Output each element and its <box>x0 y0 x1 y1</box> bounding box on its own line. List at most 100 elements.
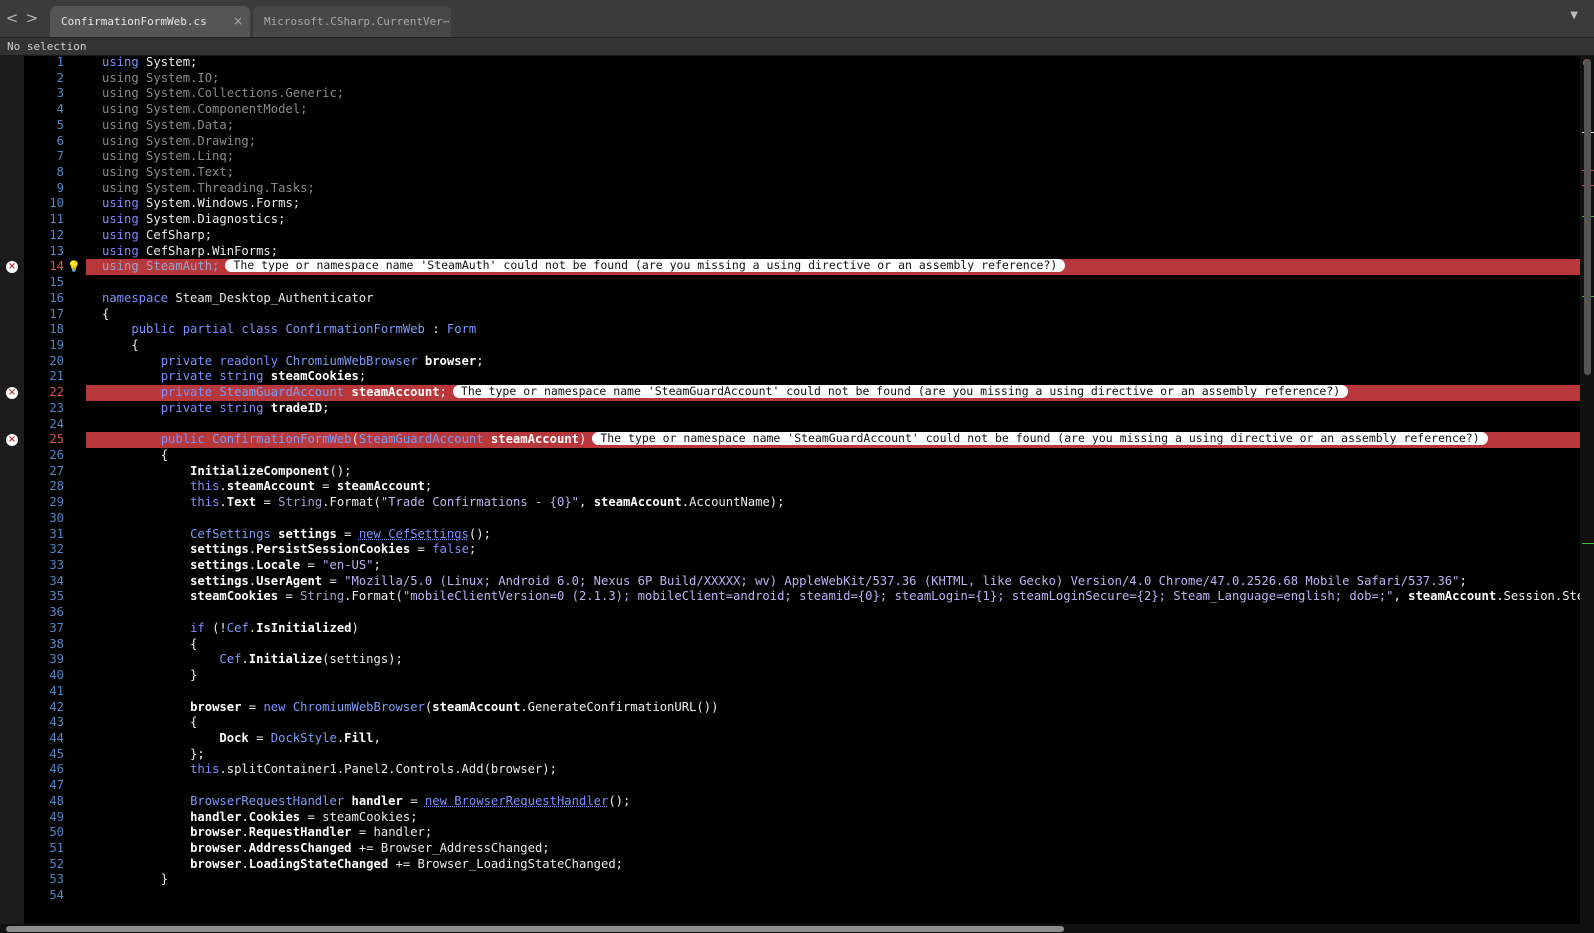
code-token: ) <box>578 432 587 447</box>
code-text: private readonly ChromiumWebBrowser brow… <box>102 354 484 370</box>
code-line[interactable]: 18 public partial class ConfirmationForm… <box>0 322 1580 338</box>
code-line[interactable]: 23 private string tradeID; <box>0 401 1580 417</box>
code-token: += Browser_AddressChanged; <box>351 841 550 855</box>
code-line[interactable]: 2 using System.IO; <box>0 71 1580 87</box>
code-token: using System.Collections.Generic; <box>102 86 345 101</box>
code-line[interactable]: 51 browser.AddressChanged += Browser_Add… <box>0 841 1580 857</box>
code-line[interactable]: 13 using CefSharp.WinForms; <box>0 244 1580 260</box>
chevron-down-icon[interactable]: ▼ <box>1570 10 1578 21</box>
code-line[interactable]: 29 this.Text = String.Format("Trade Conf… <box>0 495 1580 511</box>
code-line[interactable]: 33 settings.Locale = "en-US"; <box>0 558 1580 574</box>
line-number: 30 <box>49 510 64 525</box>
close-icon[interactable]: × <box>233 6 243 37</box>
code-line[interactable]: 38 { <box>0 637 1580 653</box>
forward-arrow-icon[interactable]: > <box>24 9 40 27</box>
tab-microsoft-csharp[interactable]: Microsoft.CSharp.CurrentVer⋯ <box>253 6 451 37</box>
line-number: 29 <box>49 495 64 510</box>
code-line[interactable]: 10 using System.Windows.Forms; <box>0 196 1580 212</box>
code-line[interactable]: 4 using System.ComponentModel; <box>0 102 1580 118</box>
code-line[interactable]: 19 { <box>0 338 1580 354</box>
code-line[interactable]: 16 namespace Steam_Desktop_Authenticator <box>0 291 1580 307</box>
error-message[interactable]: The type or namespace name 'SteamGuardAc… <box>452 385 1349 399</box>
code-line[interactable]: 31 CefSettings settings = new CefSetting… <box>0 527 1580 543</box>
line-number: 26 <box>49 448 64 462</box>
code-line-error[interactable]: × 25 public ConfirmationFormWeb(SteamGuar… <box>0 432 1580 448</box>
code-line[interactable]: 32 settings.PersistSessionCookies = fals… <box>0 542 1580 558</box>
code-token: "Trade Confirmations - {0}" <box>380 495 579 510</box>
code-token: browser <box>424 353 477 368</box>
error-icon[interactable]: × <box>6 434 18 447</box>
code-line[interactable]: 9 using System.Threading.Tasks; <box>0 181 1580 197</box>
code-line[interactable]: 30 <box>0 511 1580 527</box>
error-icon[interactable]: × <box>6 261 18 274</box>
code-line[interactable]: 39 Cef.Initialize(settings); <box>0 652 1580 668</box>
code-line[interactable]: 54 <box>0 888 1580 904</box>
code-line[interactable]: 26 { <box>0 448 1580 464</box>
code-line[interactable]: 50 browser.RequestHandler = handler; <box>0 825 1580 841</box>
code-token: using <box>102 227 147 242</box>
code-line-error[interactable]: × 💡 14 using SteamAuth; The type or namespac… <box>0 259 1580 276</box>
code-line[interactable]: 47 <box>0 778 1580 794</box>
line-number: 39 <box>49 652 64 667</box>
code-line[interactable]: 6 using System.Drawing; <box>0 134 1580 150</box>
code-line[interactable]: 46 this.splitContainer1.Panel2.Controls.… <box>0 762 1580 778</box>
code-line[interactable]: 35 steamCookies = String.Format("mobileC… <box>0 589 1580 605</box>
code-line[interactable]: 43 { <box>0 715 1580 731</box>
tab-confirmationformweb[interactable]: ConfirmationFormWeb.cs × <box>50 6 250 37</box>
vertical-scroll-thumb[interactable] <box>1584 59 1591 375</box>
code-line[interactable]: 37 if (!Cef.IsInitialized) <box>0 621 1580 637</box>
line-number: 37 <box>49 620 64 635</box>
code-line[interactable]: 12 using CefSharp; <box>0 228 1580 244</box>
code-line[interactable]: 27 InitializeComponent(); <box>0 464 1580 480</box>
line-number: 27 <box>49 463 64 478</box>
code-line[interactable]: 42 browser = new ChromiumWebBrowser(stea… <box>0 700 1580 716</box>
code-line[interactable]: 34 settings.UserAgent = "Mozilla/5.0 (Li… <box>0 574 1580 590</box>
code-line[interactable]: 20 private readonly ChromiumWebBrowser b… <box>0 354 1580 370</box>
error-message[interactable]: The type or namespace name 'SteamGuardAc… <box>592 432 1488 446</box>
line-number: 22 <box>49 385 64 400</box>
horizontal-scrollbar[interactable] <box>0 924 1594 933</box>
code-line[interactable]: 24 <box>0 417 1580 433</box>
code-line[interactable]: 36 <box>0 605 1580 621</box>
code-token: steamAccount <box>1408 589 1497 604</box>
code-line[interactable]: 1 using System; <box>0 56 1580 71</box>
code-line[interactable]: 52 browser.LoadingStateChanged += Browse… <box>0 857 1580 873</box>
code-text: }; <box>102 747 205 763</box>
horizontal-scroll-thumb[interactable] <box>6 926 1064 932</box>
code-text: using System.Text; <box>102 165 234 181</box>
code-line[interactable]: 41 <box>0 684 1580 700</box>
jump-bar[interactable]: No selection <box>0 38 1594 56</box>
code-line[interactable]: 15 <box>0 275 1580 291</box>
code-line-error[interactable]: × 22 private SteamGuardAccount steamAccou… <box>0 385 1580 401</box>
code-line[interactable]: 3 using System.Collections.Generic; <box>0 86 1580 102</box>
code-line[interactable]: 7 using System.Linq; <box>0 149 1580 165</box>
vertical-scrollbar[interactable] <box>1580 56 1594 924</box>
code-line[interactable]: 21 private string steamCookies; <box>0 369 1580 385</box>
code-token: (); <box>329 463 352 478</box>
code-line[interactable]: 17 { <box>0 307 1580 323</box>
back-arrow-icon[interactable]: < <box>4 9 20 27</box>
code-text: using System.IO; <box>102 71 219 87</box>
code-text: handler.Cookies = steamCookies; <box>102 810 418 826</box>
code-line[interactable]: 44 Dock = DockStyle.Fill, <box>0 731 1580 747</box>
error-message[interactable]: The type or namespace name 'SteamAuth' c… <box>225 259 1066 273</box>
code-line[interactable]: 53 } <box>0 872 1580 888</box>
code-text: { <box>102 637 197 653</box>
code-line[interactable]: 49 handler.Cookies = steamCookies; <box>0 810 1580 826</box>
code-line[interactable]: 11 using System.Diagnostics; <box>0 212 1580 228</box>
line-number: 13 <box>49 243 64 258</box>
code-token: } <box>102 668 198 683</box>
code-token: new BrowserRequestHandler <box>424 793 609 808</box>
code-token: Initialize <box>248 652 323 667</box>
code-line[interactable]: 40 } <box>0 668 1580 684</box>
code-line[interactable]: 5 using System.Data; <box>0 118 1580 134</box>
code-editor[interactable]: 1 using System; 2 using System.IO; 3 using Sy… <box>0 56 1580 924</box>
lightbulb-icon[interactable]: 💡 <box>67 260 81 273</box>
code-line[interactable]: 28 this.steamAccount = steamAccount; <box>0 479 1580 495</box>
code-line[interactable]: 48 BrowserRequestHandler handler = new B… <box>0 794 1580 810</box>
error-icon[interactable]: × <box>6 387 18 400</box>
code-line[interactable]: 45 }; <box>0 747 1580 763</box>
code-line[interactable]: 8 using System.Text; <box>0 165 1580 181</box>
